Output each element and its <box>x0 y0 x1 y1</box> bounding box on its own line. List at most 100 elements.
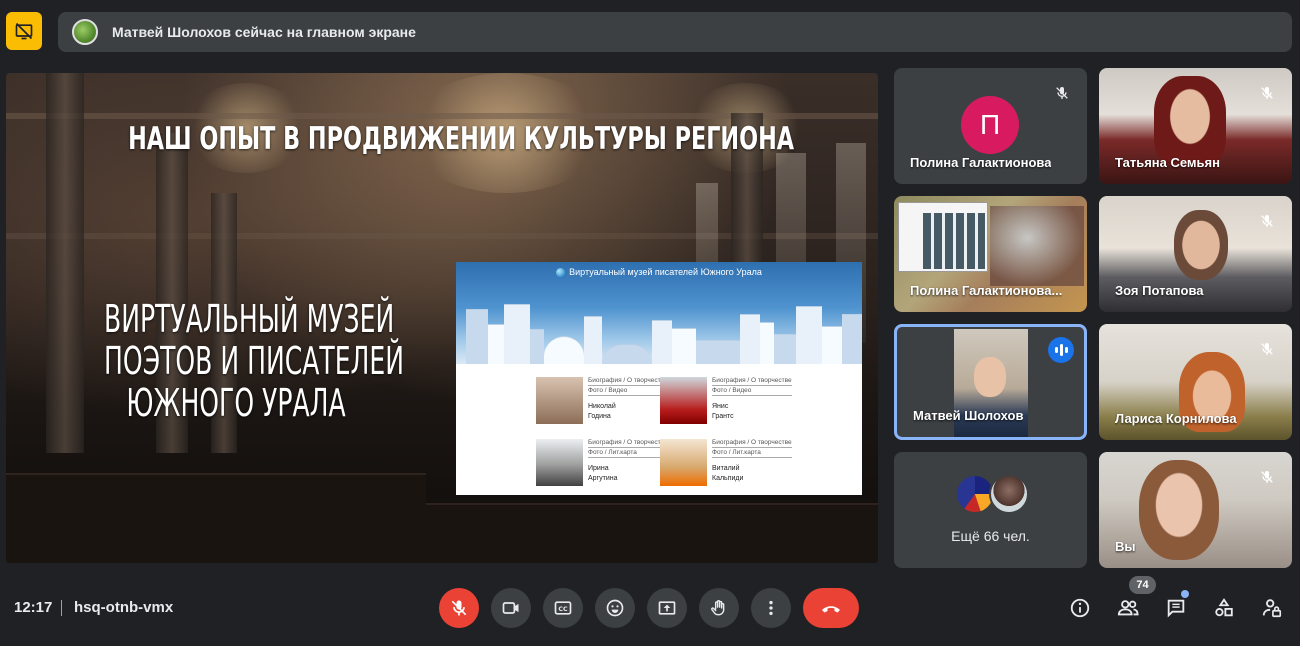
more-participants-tile[interactable]: Ещё 66 чел. <box>894 452 1087 568</box>
mic-off-icon <box>1256 338 1278 360</box>
writer-links: Биография / О творчестве <box>588 377 668 386</box>
writer-first-name: Ирина <box>588 465 609 472</box>
desk <box>6 473 426 563</box>
skyline-building <box>796 306 822 364</box>
participant-name: Полина Галактионова <box>910 155 1052 170</box>
slide-subtitle-line: ПОЭТОВ И ПИСАТЕЛЕЙ <box>104 339 405 383</box>
skyline-building <box>842 314 862 364</box>
people-icon <box>1117 600 1139 616</box>
people-count-badge: 74 <box>1129 576 1156 594</box>
skyline-building <box>488 324 504 364</box>
writer-photo <box>660 377 707 424</box>
globe-icon <box>556 267 566 277</box>
skyline-building <box>672 328 696 364</box>
host-controls-button[interactable] <box>1260 596 1284 620</box>
skyline-building <box>602 344 652 364</box>
writer-info: Биография / О творчестве Фото / Видео Ни… <box>588 377 668 424</box>
participant-tile[interactable]: П Полина Галактионова <box>894 68 1087 184</box>
participant-name: Вы <box>1115 539 1136 554</box>
website-body: Биография / О творчестве Фото / Видео Ни… <box>456 364 862 495</box>
mic-off-icon <box>451 600 467 616</box>
camera-toggle-button[interactable] <box>491 588 531 628</box>
website-screenshot: Виртуальный музей писателей Южного Урала <box>456 262 862 495</box>
meeting-details-button[interactable] <box>1068 596 1092 620</box>
skyline-building <box>740 314 760 364</box>
lock-person-icon <box>1262 599 1282 618</box>
participant-name: Матвей Шолохов <box>913 408 1024 423</box>
pillar <box>46 73 84 453</box>
present-now-button[interactable] <box>647 588 687 628</box>
mic-off-icon <box>1256 466 1278 488</box>
video-camera-icon <box>502 602 519 614</box>
participant-tile[interactable]: Лариса Корнилова <box>1099 324 1292 440</box>
hang-up-icon <box>822 606 840 613</box>
writer-first-name: Николай <box>588 403 616 410</box>
slide-title: НАШ ОПЫТ В ПРОДВИЖЕНИИ КУЛЬТУРЫ РЕГИОНА <box>128 121 795 157</box>
participant-tile[interactable]: Татьяна Семьян <box>1099 68 1292 184</box>
more-vert-icon <box>769 600 773 616</box>
participant-tile[interactable]: Полина Галактионова... <box>894 196 1087 312</box>
website-title-text: Виртуальный музей писателей Южного Урала <box>569 267 762 277</box>
captions-button[interactable]: CC <box>543 588 583 628</box>
activities-button[interactable] <box>1212 596 1236 620</box>
info-icon <box>1070 598 1090 618</box>
slide-subtitle-line: ВИРТУАЛЬНЫЙ МУЗЕЙ <box>104 297 395 341</box>
skyline-building <box>652 320 672 364</box>
closed-captions-icon: CC <box>554 601 572 615</box>
participant-avatar: П <box>961 96 1019 154</box>
divider <box>61 600 62 616</box>
people-button[interactable] <box>1116 596 1140 620</box>
mic-off-icon <box>1051 82 1073 104</box>
banner-text: Матвей Шолохов сейчас на главном экране <box>112 24 416 40</box>
participant-tile[interactable]: Зоя Потапова <box>1099 196 1292 312</box>
reactions-button[interactable] <box>595 588 635 628</box>
chat-button[interactable] <box>1164 596 1188 620</box>
website-title: Виртуальный музей писателей Южного Урала <box>456 267 862 277</box>
more-options-button[interactable] <box>751 588 791 628</box>
mic-off-icon <box>1256 82 1278 104</box>
more-participants-label: Ещё 66 чел. <box>951 528 1030 544</box>
screen-thumbnails <box>923 213 985 269</box>
shared-screen: НАШ ОПЫТ В ПРОДВИЖЕНИИ КУЛЬТУРЫ РЕГИОНА … <box>6 73 878 563</box>
writer-card: Биография / О творчестве Фото / Видео Ни… <box>536 377 668 424</box>
chat-icon <box>1167 599 1185 618</box>
slide-subtitle: ВИРТУАЛЬНЫЙ МУЗЕЙ ПОЭТОВ И ПИСАТЕЛЕЙ ЮЖН… <box>104 297 405 424</box>
desk <box>426 503 878 563</box>
writer-info: Биография / О творчестве Фото / Лит.карт… <box>588 439 668 486</box>
raise-hand-button[interactable] <box>699 588 739 628</box>
writer-info: Биография / О творчестве Фото / Лит.карт… <box>712 439 792 486</box>
writer-photo <box>536 377 583 424</box>
writer-photo <box>660 439 707 486</box>
participant-name: Лариса Корнилова <box>1115 411 1237 426</box>
presenting-banner: Матвей Шолохов сейчас на главном экране <box>58 12 1292 52</box>
clock: 12:17 <box>14 599 53 616</box>
more-participants-avatars <box>955 474 1035 516</box>
hand-icon <box>711 600 725 616</box>
writer-photo <box>536 439 583 486</box>
self-tile[interactable]: Вы <box>1099 452 1292 568</box>
svg-text:CC: CC <box>558 606 568 613</box>
stop-presenting-button[interactable] <box>6 12 42 50</box>
participant-video <box>1154 76 1226 166</box>
speaking-indicator-icon <box>1048 337 1074 363</box>
skyline-building <box>822 326 842 364</box>
skyline-building <box>544 336 584 364</box>
leave-call-button[interactable] <box>803 588 859 628</box>
writer-info: Биография / О творчестве Фото / Видео Ян… <box>712 377 792 424</box>
mic-toggle-button[interactable] <box>439 588 479 628</box>
skyline-building <box>530 329 544 364</box>
participant-tile-speaking[interactable]: Матвей Шолохов <box>894 324 1087 440</box>
presenter-avatar <box>72 19 98 45</box>
participant-face <box>974 357 1006 397</box>
website-header: Виртуальный музей писателей Южного Урала <box>456 262 862 364</box>
writer-card: Биография / О творчестве Фото / Лит.карт… <box>536 439 668 486</box>
stop-presenting-icon <box>15 22 33 40</box>
writer-last-name: Година <box>588 413 611 420</box>
participant-name: Зоя Потапова <box>1115 283 1204 298</box>
writer-first-name: Виталий <box>712 465 740 472</box>
writer-links: Биография / О творчестве <box>712 439 792 448</box>
skyline-building <box>760 322 774 364</box>
writer-links: Биография / О творчестве <box>712 377 792 386</box>
skyline-building <box>466 309 488 364</box>
skyline-building <box>584 316 602 364</box>
